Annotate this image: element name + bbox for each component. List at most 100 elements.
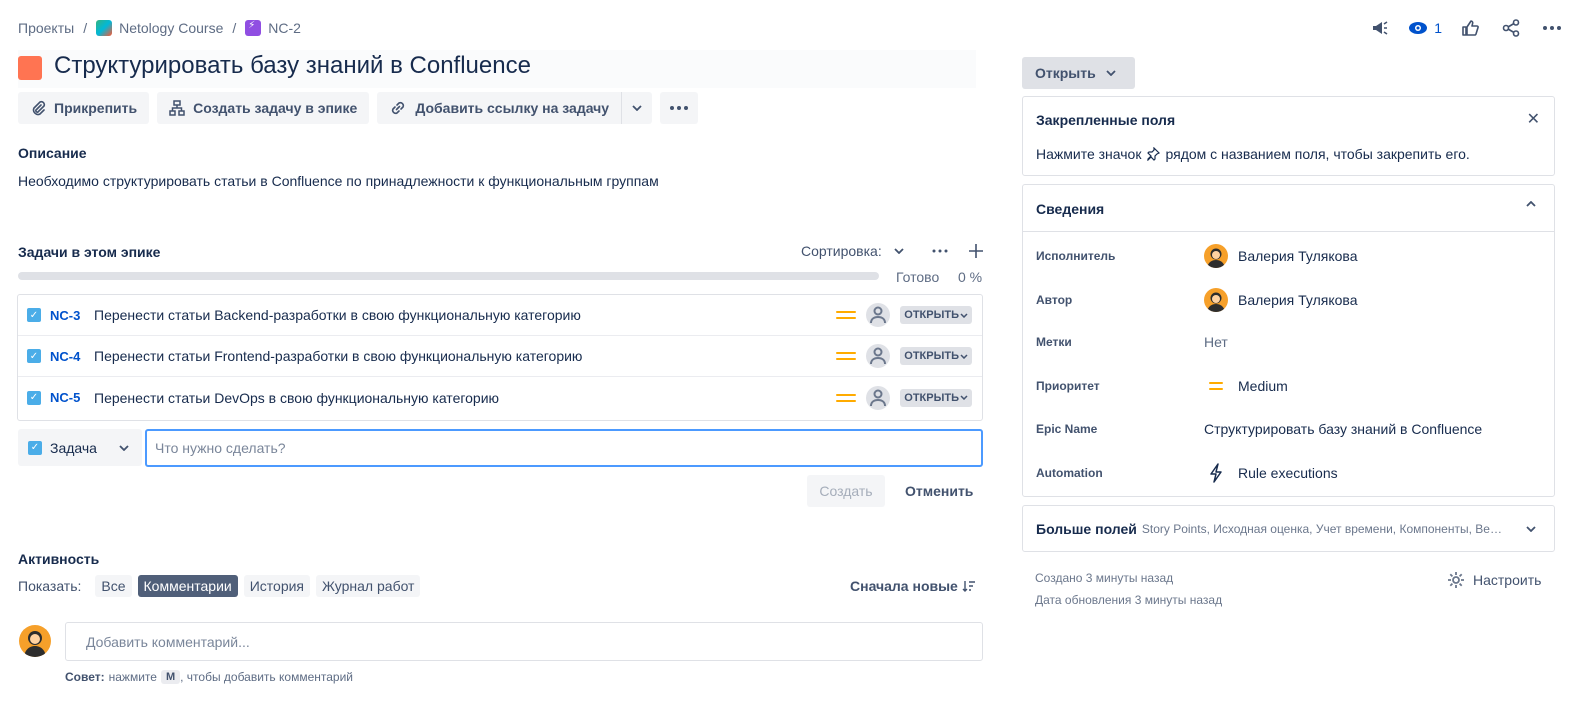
- more-icon[interactable]: [1539, 16, 1565, 40]
- priority-medium-icon: [1204, 379, 1228, 393]
- field-label: Epic Name: [1036, 422, 1098, 436]
- unassigned-avatar[interactable]: [866, 303, 891, 327]
- status-badge[interactable]: ОТКРЫТЬ: [900, 347, 972, 365]
- pinned-hint-text: Нажмите значок: [1036, 146, 1142, 162]
- more-fields-heading: Больше полей: [1036, 521, 1137, 537]
- unassigned-avatar[interactable]: [866, 385, 891, 410]
- new-task-input[interactable]: [145, 429, 983, 467]
- field-label: Автор: [1036, 293, 1073, 307]
- sort-order-button[interactable]: Сначала новые: [850, 578, 976, 594]
- link-issue-dropdown[interactable]: [621, 92, 653, 124]
- create-button[interactable]: Создать: [807, 475, 885, 507]
- description-heading: Описание: [18, 145, 87, 161]
- share-icon[interactable]: [1498, 16, 1524, 40]
- task-summary[interactable]: Перенести статьи Backend-разработки в св…: [94, 307, 836, 323]
- tab-all[interactable]: Все: [95, 575, 132, 597]
- task-row[interactable]: ✓ NC-5 Перенести статьи DevOps в свою фу…: [18, 377, 982, 418]
- more-fields-panel[interactable]: Больше полей Story Points, Исходная оцен…: [1022, 505, 1555, 552]
- breadcrumb-project[interactable]: Netology Course: [119, 20, 223, 36]
- task-key[interactable]: NC-5: [50, 390, 85, 405]
- task-type-icon: ✓: [27, 390, 41, 405]
- assignee-value[interactable]: Валерия Тулякова: [1204, 244, 1358, 268]
- breadcrumb-issue[interactable]: NC-2: [268, 20, 301, 36]
- sort-descending-icon: [962, 581, 975, 592]
- attach-button[interactable]: Прикрепить: [18, 92, 150, 124]
- details-heading[interactable]: Сведения: [1036, 201, 1104, 217]
- description-text[interactable]: Необходимо структурировать статьи в Conf…: [18, 173, 659, 189]
- tip-label: Совет:: [65, 670, 105, 684]
- watchers-count: 1: [1434, 20, 1442, 36]
- field-value: Rule executions: [1238, 465, 1338, 481]
- create-subtask-button[interactable]: Создать задачу в эпике: [157, 92, 370, 124]
- task-summary[interactable]: Перенести статьи DevOps в свою функциона…: [94, 390, 836, 406]
- tab-worklog[interactable]: Журнал работ: [316, 575, 421, 597]
- field-value: Валерия Тулякова: [1238, 292, 1358, 308]
- epic-progress-bar: [18, 272, 879, 280]
- chevron-up-icon[interactable]: [1526, 201, 1536, 207]
- priority-medium-icon: [836, 349, 857, 363]
- thumbs-up-icon[interactable]: [1457, 16, 1483, 40]
- issue-toolbar: Прикрепить Создать задачу в эпике Добави…: [18, 92, 699, 124]
- task-summary[interactable]: Перенести статьи Frontend-разработки в с…: [94, 348, 836, 364]
- task-type-icon: ✓: [27, 349, 41, 363]
- plus-icon[interactable]: [968, 243, 984, 259]
- close-icon[interactable]: ✕: [1527, 109, 1540, 129]
- tab-comments[interactable]: Комментарии: [137, 575, 238, 597]
- configure-button[interactable]: Настроить: [1447, 571, 1541, 589]
- task-row[interactable]: ✓ NC-4 Перенести статьи Frontend-разрабо…: [18, 336, 982, 377]
- more-icon: [670, 106, 689, 110]
- field-epic-name: Epic Name Структурировать базу знаний в …: [1036, 417, 1546, 441]
- project-icon: [96, 20, 113, 36]
- chevron-down-icon: [119, 444, 129, 451]
- labels-value[interactable]: Нет: [1204, 334, 1228, 350]
- created-date: Создано 3 минуты назад: [1035, 571, 1174, 585]
- status-badge[interactable]: ОТКРЫТЬ: [900, 388, 972, 407]
- breadcrumb-projects[interactable]: Проекты: [18, 20, 74, 36]
- task-key[interactable]: NC-4: [50, 349, 85, 364]
- more-fields-list: Story Points, Исходная оценка, Учет врем…: [1141, 522, 1506, 536]
- reporter-value[interactable]: Валерия Тулякова: [1204, 288, 1358, 312]
- chevron-down-icon[interactable]: [894, 248, 904, 254]
- priority-value[interactable]: Medium: [1204, 378, 1288, 394]
- chevron-down-icon[interactable]: [1526, 526, 1536, 532]
- comment-tip: Совет: нажмите M , чтобы добавить коммен…: [65, 670, 353, 684]
- chevron-down-icon: [960, 312, 968, 318]
- status-badge[interactable]: ОТКРЫТЬ: [900, 306, 972, 324]
- megaphone-icon[interactable]: [1367, 16, 1393, 40]
- sort-label[interactable]: Сортировка:: [801, 243, 882, 259]
- paperclip-icon: [32, 100, 46, 116]
- sort-order-label: Сначала новые: [850, 578, 958, 594]
- cancel-button[interactable]: Отменить: [896, 475, 982, 507]
- issue-type-label: Задача: [50, 439, 97, 456]
- automation-value[interactable]: Rule executions: [1204, 462, 1338, 484]
- epic-tasks-heading: Задачи в этом эпике: [18, 244, 161, 260]
- tip-key: M: [160, 670, 181, 684]
- more-fields-summary: Больше полей Story Points, Исходная оцен…: [1036, 521, 1506, 537]
- avatar: [19, 625, 51, 657]
- watch-button[interactable]: 1: [1408, 20, 1442, 36]
- epic-name-value[interactable]: Структурировать базу знаний в Confluence: [1204, 421, 1482, 437]
- unassigned-avatar[interactable]: [866, 344, 891, 368]
- issue-title[interactable]: Структурировать базу знаний в Confluence: [54, 52, 531, 80]
- link-icon: [392, 101, 405, 115]
- pinned-fields-panel: Закрепленные поля ✕ Нажмите значок рядом…: [1022, 96, 1555, 176]
- more-actions-button[interactable]: [660, 92, 699, 124]
- field-priority: Приоритет Medium: [1036, 374, 1546, 398]
- updated-date: Дата обновления 3 минуты назад: [1035, 593, 1223, 607]
- pinned-fields-heading: Закрепленные поля: [1036, 112, 1176, 128]
- link-issue-button[interactable]: Добавить ссылку на задачу: [377, 92, 622, 124]
- chevron-down-icon: [632, 105, 642, 111]
- status-label: ОТКРЫТЬ: [904, 309, 959, 321]
- issue-type-select[interactable]: ✓ Задача: [18, 429, 142, 466]
- tip-text-rest: , чтобы добавить комментарий: [180, 670, 353, 684]
- task-type-icon: ✓: [28, 440, 42, 455]
- task-key[interactable]: NC-3: [50, 308, 85, 323]
- tab-history[interactable]: История: [243, 575, 311, 597]
- task-row[interactable]: ✓ NC-3 Перенести статьи Backend-разработ…: [18, 295, 982, 336]
- activity-heading: Активность: [18, 551, 100, 567]
- more-icon[interactable]: [928, 249, 952, 253]
- breadcrumb: Проекты / Netology Course / NC-2: [18, 18, 301, 38]
- avatar: [1204, 288, 1228, 312]
- comment-input[interactable]: Добавить комментарий...: [65, 622, 983, 661]
- status-transition-button[interactable]: Открыть: [1022, 57, 1135, 89]
